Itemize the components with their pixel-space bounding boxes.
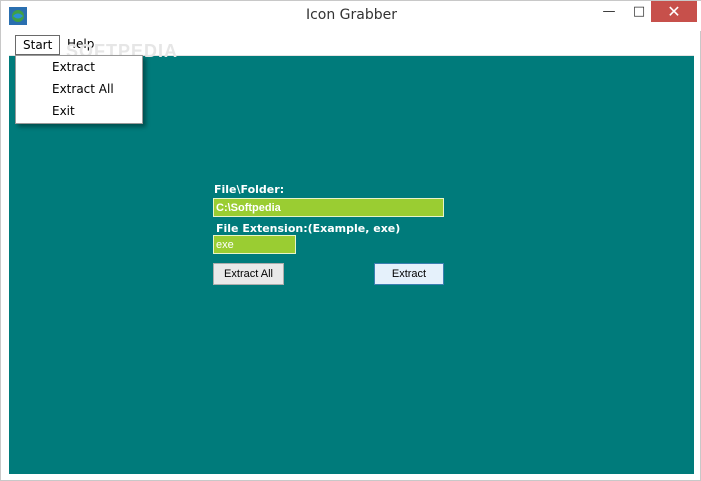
maximize-button[interactable]: □ bbox=[627, 1, 651, 22]
file-extension-input[interactable] bbox=[213, 235, 296, 254]
file-extension-label: File Extension:(Example, exe) bbox=[216, 222, 401, 235]
extract-all-button[interactable]: Extract All bbox=[213, 263, 284, 285]
title-bar[interactable]: Icon Grabber — □ ✕ bbox=[1, 1, 701, 31]
minimize-button[interactable]: — bbox=[591, 1, 627, 22]
close-button[interactable]: ✕ bbox=[651, 1, 697, 22]
menu-item-extract-all[interactable]: Extract All bbox=[16, 78, 142, 100]
file-folder-input[interactable] bbox=[213, 198, 444, 217]
app-window: Icon Grabber — □ ✕ Start Help SOFTPEDIA … bbox=[0, 0, 701, 481]
start-dropdown-menu: Extract Extract All Exit bbox=[15, 55, 143, 124]
menu-item-exit[interactable]: Exit bbox=[16, 100, 142, 122]
menu-item-extract[interactable]: Extract bbox=[16, 56, 142, 78]
menu-start[interactable]: Start bbox=[15, 35, 61, 55]
file-folder-label: File\Folder: bbox=[214, 183, 285, 196]
extract-button[interactable]: Extract bbox=[374, 263, 444, 285]
